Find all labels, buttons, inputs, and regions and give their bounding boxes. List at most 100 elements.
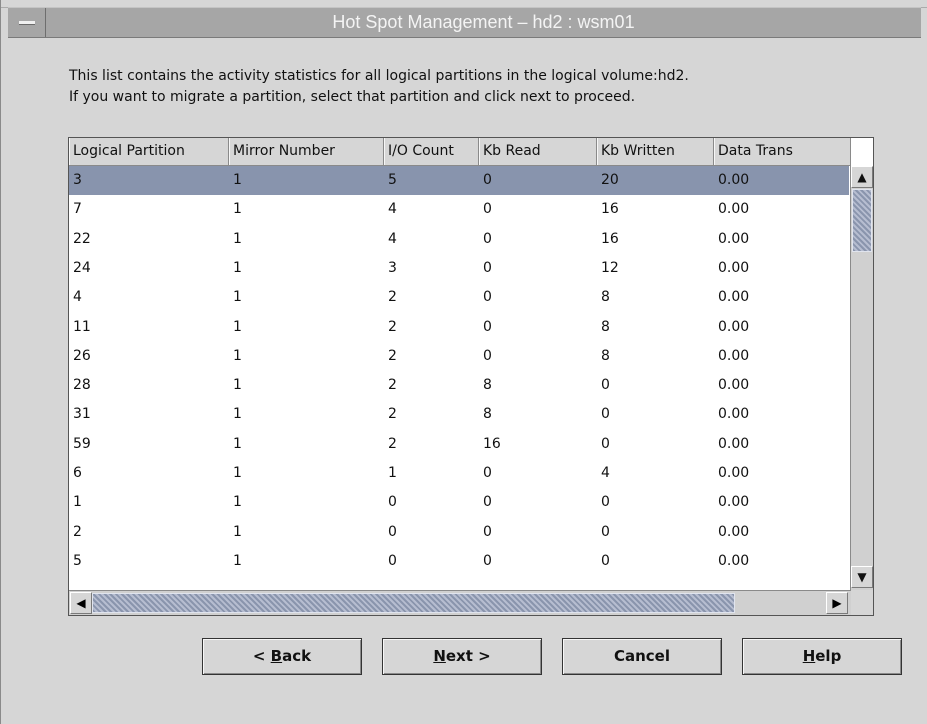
table-row[interactable]: 5 1 0 0 0 0.00 <box>69 547 849 576</box>
cell-io-count: 2 <box>388 436 397 452</box>
cell-data-trans: 0.00 <box>718 231 750 247</box>
table-row[interactable]: 11 1 2 0 8 0.00 <box>69 313 849 342</box>
arrow-right-icon[interactable]: ▶ <box>826 592 848 614</box>
cell-data-trans: 0.00 <box>718 553 750 569</box>
cell-logical-partition: 59 <box>73 436 91 452</box>
table-row[interactable]: 24 1 3 0 12 0.00 <box>69 254 849 283</box>
cell-kb-written: 8 <box>601 348 610 364</box>
back-button[interactable]: < Back <box>202 638 362 675</box>
cell-logical-partition: 6 <box>73 465 82 481</box>
cell-io-count: 0 <box>388 553 397 569</box>
horizontal-scrollbar[interactable]: ◀ ▶ <box>69 590 851 615</box>
help-button[interactable]: Help <box>742 638 902 675</box>
cell-io-count: 2 <box>388 348 397 364</box>
cell-logical-partition: 2 <box>73 524 82 540</box>
cell-mirror-number: 1 <box>233 524 242 540</box>
cell-kb-read: 16 <box>483 436 501 452</box>
column-header-kb-written[interactable]: Kb Written <box>597 138 714 165</box>
cell-logical-partition: 3 <box>73 172 82 188</box>
cell-mirror-number: 1 <box>233 260 242 276</box>
cell-kb-read: 0 <box>483 231 492 247</box>
cell-kb-written: 4 <box>601 465 610 481</box>
table-row[interactable]: 4 1 2 0 8 0.00 <box>69 283 849 312</box>
table-header: Logical Partition Mirror Number I/O Coun… <box>69 138 851 166</box>
column-header-kb-read[interactable]: Kb Read <box>479 138 597 165</box>
table-row[interactable]: 7 1 4 0 16 0.00 <box>69 195 849 224</box>
cell-kb-written: 0 <box>601 436 610 452</box>
intro-text: This list contains the activity statisti… <box>69 66 689 108</box>
window-menu-icon <box>19 21 35 25</box>
cell-kb-written: 0 <box>601 377 610 393</box>
cancel-button-label: Cancel <box>613 647 670 665</box>
table-row[interactable]: 59 1 2 16 0 0.00 <box>69 430 849 459</box>
cell-io-count: 2 <box>388 319 397 335</box>
cell-kb-read: 0 <box>483 201 492 217</box>
cell-data-trans: 0.00 <box>718 436 750 452</box>
column-header-mirror-number[interactable]: Mirror Number <box>229 138 384 165</box>
cell-mirror-number: 1 <box>233 494 242 510</box>
cell-logical-partition: 4 <box>73 289 82 305</box>
cell-data-trans: 0.00 <box>718 406 750 422</box>
intro-line-2: If you want to migrate a partition, sele… <box>69 89 636 105</box>
table-row[interactable]: 28 1 2 8 0 0.00 <box>69 371 849 400</box>
cell-data-trans: 0.00 <box>718 260 750 276</box>
cell-kb-written: 16 <box>601 201 619 217</box>
arrow-left-icon[interactable]: ◀ <box>70 592 92 614</box>
cell-data-trans: 0.00 <box>718 348 750 364</box>
cell-mirror-number: 1 <box>233 406 242 422</box>
cell-data-trans: 0.00 <box>718 377 750 393</box>
table-row[interactable]: 31 1 2 8 0 0.00 <box>69 400 849 429</box>
cell-kb-read: 0 <box>483 494 492 510</box>
cell-kb-read: 0 <box>483 553 492 569</box>
cell-data-trans: 0.00 <box>718 465 750 481</box>
cell-logical-partition: 26 <box>73 348 91 364</box>
cell-mirror-number: 1 <box>233 172 242 188</box>
column-header-io-count[interactable]: I/O Count <box>384 138 479 165</box>
table-row[interactable]: 22 1 4 0 16 0.00 <box>69 225 849 254</box>
table-row[interactable]: 3 1 5 0 20 0.00 <box>69 166 849 195</box>
scroll-corner <box>851 590 873 615</box>
cell-kb-read: 0 <box>483 172 492 188</box>
horizontal-scroll-thumb[interactable] <box>92 593 735 613</box>
column-header-logical-partition[interactable]: Logical Partition <box>69 138 229 165</box>
title-bar[interactable]: Hot Spot Management – hd2 : wsm01 <box>8 7 921 38</box>
table-row[interactable]: 2 1 0 0 0 0.00 <box>69 518 849 547</box>
cell-kb-written: 0 <box>601 406 610 422</box>
cell-data-trans: 0.00 <box>718 289 750 305</box>
arrow-up-icon[interactable]: ▲ <box>851 166 873 188</box>
vertical-scrollbar[interactable]: ▲ ▼ <box>850 166 873 590</box>
cell-data-trans: 0.00 <box>718 201 750 217</box>
cell-kb-read: 0 <box>483 260 492 276</box>
cell-data-trans: 0.00 <box>718 319 750 335</box>
table-row[interactable]: 1 1 0 0 0 0.00 <box>69 488 849 517</box>
table-row[interactable]: 6 1 1 0 4 0.00 <box>69 459 849 488</box>
cancel-button[interactable]: Cancel <box>562 638 722 675</box>
vertical-scroll-thumb[interactable] <box>852 189 872 252</box>
cell-kb-read: 0 <box>483 348 492 364</box>
cell-mirror-number: 1 <box>233 319 242 335</box>
cell-kb-read: 8 <box>483 377 492 393</box>
back-button-label-pre: < <box>252 647 271 665</box>
cell-logical-partition: 7 <box>73 201 82 217</box>
next-button-mnemonic: N <box>433 647 446 665</box>
cell-io-count: 2 <box>388 377 397 393</box>
cell-io-count: 2 <box>388 289 397 305</box>
cell-kb-written: 8 <box>601 289 610 305</box>
cell-kb-read: 0 <box>483 465 492 481</box>
cell-kb-read: 8 <box>483 406 492 422</box>
cell-data-trans: 0.00 <box>718 494 750 510</box>
cell-kb-written: 12 <box>601 260 619 276</box>
cell-mirror-number: 1 <box>233 553 242 569</box>
cell-kb-read: 0 <box>483 289 492 305</box>
next-button[interactable]: Next > <box>382 638 542 675</box>
cell-mirror-number: 1 <box>233 231 242 247</box>
cell-kb-read: 0 <box>483 524 492 540</box>
window-menu-button[interactable] <box>8 8 46 37</box>
column-header-data-trans[interactable]: Data Trans <box>714 138 851 165</box>
cell-kb-written: 0 <box>601 524 610 540</box>
cell-kb-written: 0 <box>601 494 610 510</box>
cell-data-trans: 0.00 <box>718 524 750 540</box>
arrow-down-icon[interactable]: ▼ <box>851 566 873 588</box>
cell-kb-written: 0 <box>601 553 610 569</box>
table-row[interactable]: 26 1 2 0 8 0.00 <box>69 342 849 371</box>
